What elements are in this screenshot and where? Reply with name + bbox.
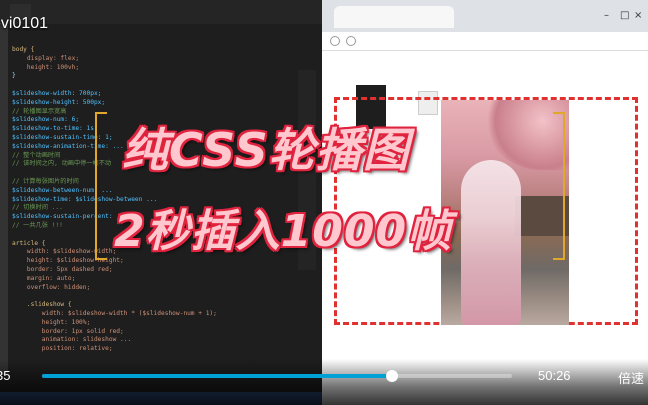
code-line: height: 100vh; — [12, 63, 80, 71]
minimize-icon[interactable]: – — [604, 10, 609, 21]
code-line: overflow: hidden; — [12, 283, 91, 291]
back-icon[interactable] — [330, 36, 340, 46]
progress-bar[interactable] — [42, 370, 512, 382]
code-line: border: 1px solid red; — [12, 327, 124, 335]
browser-tab[interactable] — [334, 6, 454, 28]
editor-tab-bar — [0, 0, 322, 24]
speed-button[interactable]: 倍速 — [618, 368, 644, 387]
editor-tab[interactable] — [178, 4, 199, 20]
browser-tab-strip: – □ × — [322, 0, 648, 32]
code-line: width: $slideshow-width * ($slideshow-nu… — [12, 309, 217, 317]
current-time: 35 — [0, 368, 11, 383]
code-line: .slideshow { — [12, 301, 72, 309]
close-icon[interactable]: × — [634, 10, 642, 21]
forward-icon[interactable] — [346, 36, 356, 46]
code-line: } — [12, 72, 16, 80]
video-title-line-2: 2秒插入1000帧 — [114, 206, 453, 257]
code-line: $slideshow-height: 500px; — [12, 98, 106, 106]
code-line: $slideshow-width: 700px; — [12, 89, 102, 97]
code-line: height: 100%; — [12, 318, 91, 326]
activity-bar — [0, 24, 8, 375]
code-line: body { — [12, 46, 35, 53]
code-line: display: flex; — [12, 54, 80, 62]
maximize-icon[interactable]: □ — [620, 10, 629, 21]
browser-address-bar[interactable] — [322, 32, 648, 51]
video-title-line-1: 纯CSS轮播图 — [122, 123, 410, 177]
uploader-name: evi0101 — [0, 15, 49, 32]
progress-fill — [42, 374, 393, 378]
code-line: position: relative; — [12, 345, 113, 353]
code-line: margin: auto; — [12, 274, 76, 282]
code-line: border: 5px dashed red; — [12, 265, 113, 273]
total-time: 50:26 — [538, 368, 571, 383]
code-line: animation: slideshow ... — [12, 336, 132, 344]
editor-tab[interactable] — [92, 4, 113, 20]
